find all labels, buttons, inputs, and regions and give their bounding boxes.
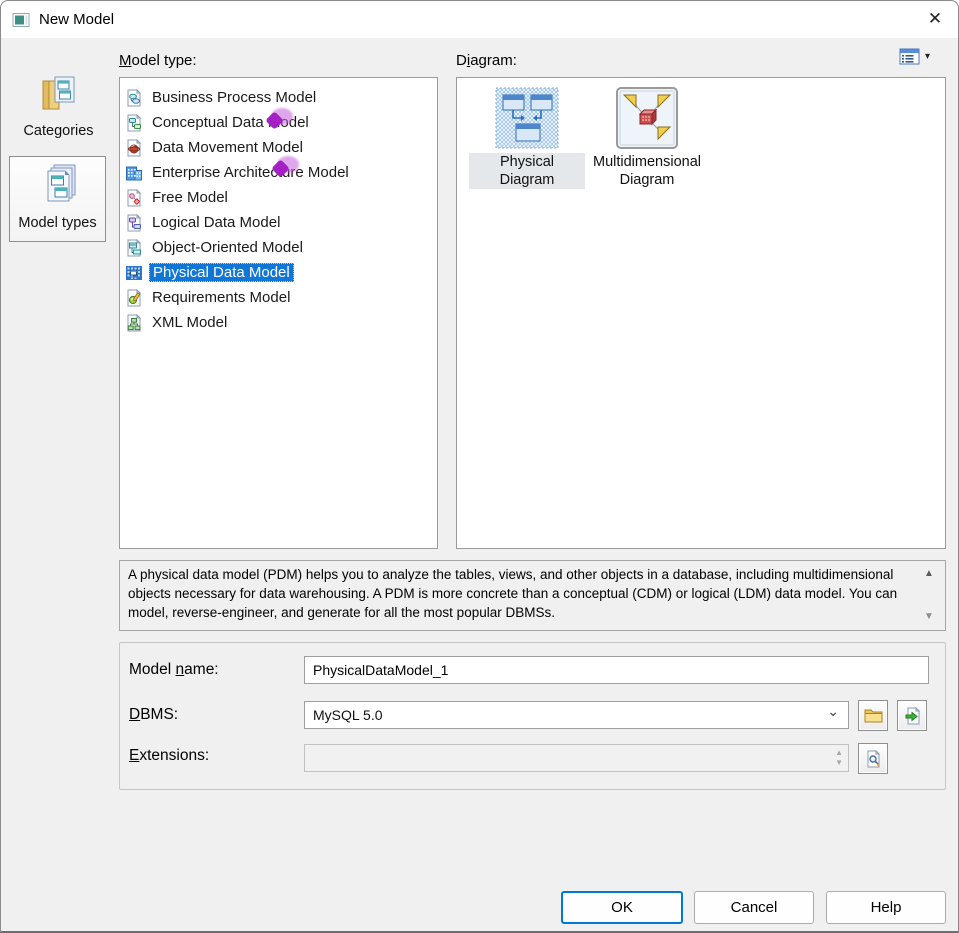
list-item-xml-model[interactable]: XML Model xyxy=(120,310,437,335)
sidebar-item-label: Model types xyxy=(10,215,105,231)
help-button[interactable]: Help xyxy=(826,891,946,924)
select-extensions-button[interactable] xyxy=(858,743,888,774)
window-title: New Model xyxy=(39,11,114,28)
physical-diagram-icon xyxy=(495,87,559,149)
model-name-input[interactable] xyxy=(304,656,929,684)
diagram-section-label: Diagram: xyxy=(456,52,517,69)
object-oriented-model-icon xyxy=(125,239,143,257)
import-dbms-button[interactable] xyxy=(897,700,927,731)
model-type-list: Business Process Model Conceptual Data M… xyxy=(119,77,438,549)
list-item-free-model[interactable]: Free Model xyxy=(120,185,437,210)
details-view-icon xyxy=(899,48,920,65)
diagram-item-multidimensional[interactable]: Multidimensional Diagram xyxy=(589,87,705,189)
title-bar: New Model ✕ xyxy=(1,1,958,38)
free-model-icon xyxy=(125,189,143,207)
sidebar-item-label: Categories xyxy=(11,123,106,139)
model-type-section-label: Model type: xyxy=(119,52,197,69)
list-item-label: XML Model xyxy=(149,313,230,332)
ok-button[interactable]: OK xyxy=(561,891,683,924)
list-item-enterprise-architecture-model[interactable]: Enterprise Architecture Model xyxy=(120,160,437,185)
xml-model-icon xyxy=(125,314,143,332)
diagram-list: Physical Diagram Multidimensional Diagra… xyxy=(456,77,946,549)
list-item-label: Logical Data Model xyxy=(149,213,283,232)
browse-dbms-file-button[interactable] xyxy=(858,700,888,731)
page-magnifier-icon xyxy=(865,750,882,768)
diagram-item-label: Multidimensional Diagram xyxy=(589,153,705,189)
dbms-selected-value: MySQL 5.0 xyxy=(313,707,383,723)
app-window-icon xyxy=(12,11,30,29)
model-description-text: A physical data model (PDM) helps you to… xyxy=(128,567,897,620)
list-item-requirements-model[interactable]: Requirements Model xyxy=(120,285,437,310)
list-item-label: Business Process Model xyxy=(149,88,319,107)
list-item-label: Data Movement Model xyxy=(149,138,306,157)
list-item-label: Enterprise Architecture Model xyxy=(149,163,352,182)
categories-folder-icon xyxy=(33,71,85,121)
list-item-business-process-model[interactable]: Business Process Model xyxy=(120,85,437,110)
logical-data-model-icon xyxy=(125,214,143,232)
list-item-logical-data-model[interactable]: Logical Data Model xyxy=(120,210,437,235)
dbms-combobox[interactable]: MySQL 5.0 ⌄ xyxy=(304,701,849,729)
list-item-physical-data-model[interactable]: Physical Data Model xyxy=(120,260,437,285)
spin-up-icon[interactable]: ▲ xyxy=(835,749,843,757)
business-process-model-icon xyxy=(125,89,143,107)
list-item-label: Conceptual Data Model xyxy=(149,113,312,132)
list-item-object-oriented-model[interactable]: Object-Oriented Model xyxy=(120,235,437,260)
chevron-down-icon: ▾ xyxy=(925,51,930,62)
list-item-label: Free Model xyxy=(149,188,231,207)
requirements-model-icon xyxy=(125,289,143,307)
list-item-data-movement-model[interactable]: Data Movement Model xyxy=(120,135,437,160)
model-description: A physical data model (PDM) helps you to… xyxy=(119,560,946,631)
list-item-label: Object-Oriented Model xyxy=(149,238,306,257)
chevron-down-icon: ⌄ xyxy=(827,703,839,720)
list-item-conceptual-data-model[interactable]: Conceptual Data Model xyxy=(120,110,437,135)
model-types-stack-icon xyxy=(32,161,84,215)
diagram-item-physical[interactable]: Physical Diagram xyxy=(469,87,585,189)
scroll-down-icon[interactable]: ▼ xyxy=(922,610,936,624)
physical-data-model-icon xyxy=(125,264,143,282)
enterprise-architecture-model-icon xyxy=(125,164,143,182)
multidimensional-diagram-icon xyxy=(616,87,678,149)
new-model-dialog: New Model ✕ Model type: Diagram: ▾ C xyxy=(0,0,959,933)
sidebar-item-categories[interactable]: Categories xyxy=(11,67,106,149)
extensions-label: Extensions: xyxy=(129,747,209,765)
data-movement-model-icon xyxy=(125,139,143,157)
cancel-button[interactable]: Cancel xyxy=(694,891,814,924)
spin-down-icon[interactable]: ▼ xyxy=(835,759,843,767)
diagram-item-label: Physical Diagram xyxy=(469,153,585,189)
sidebar-item-model-types[interactable]: Model types xyxy=(9,156,106,242)
list-item-label: Requirements Model xyxy=(149,288,293,307)
view-options-button[interactable]: ▾ xyxy=(899,43,949,69)
scroll-up-icon[interactable]: ▲ xyxy=(922,567,936,581)
model-name-label: Model name: xyxy=(129,661,219,679)
extensions-field: ▲ ▼ xyxy=(304,744,849,772)
close-icon[interactable]: ✕ xyxy=(912,1,958,37)
folder-icon xyxy=(864,708,883,723)
page-import-icon xyxy=(904,707,921,725)
conceptual-data-model-icon xyxy=(125,114,143,132)
list-item-label: Physical Data Model xyxy=(149,263,294,282)
dbms-label: DBMS: xyxy=(129,706,178,724)
